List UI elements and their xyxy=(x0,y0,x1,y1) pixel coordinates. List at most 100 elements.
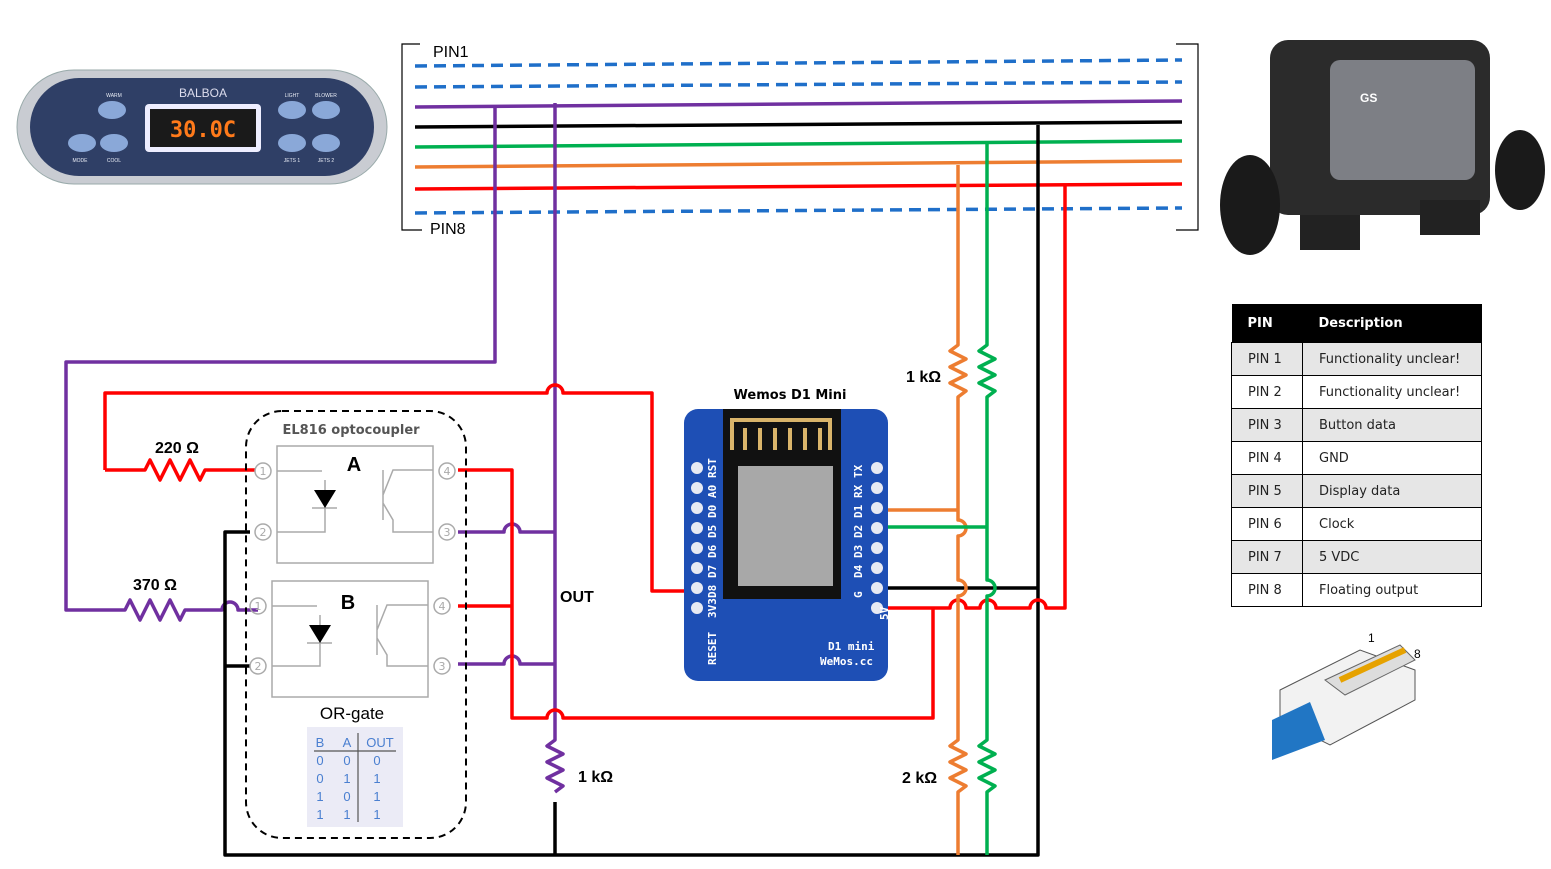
wemos-pin-label: D7 xyxy=(706,565,719,578)
wire-pin6 xyxy=(414,159,1183,169)
svg-text:0: 0 xyxy=(373,753,380,768)
wemos-pin-pad xyxy=(871,582,883,594)
wemos-pin-pad xyxy=(691,602,703,614)
wemos-pin-pad xyxy=(871,502,883,514)
wire-pin3 xyxy=(414,99,1183,109)
channel-a-label: A xyxy=(347,454,361,476)
wemos-pin-label: D2 xyxy=(852,525,865,538)
wire-pin1 xyxy=(414,58,1183,68)
keypad-button-jets1 xyxy=(278,134,306,152)
svg-text:0: 0 xyxy=(316,753,323,768)
opto-pin-label: 4 xyxy=(444,465,451,478)
svg-text:1: 1 xyxy=(373,789,380,804)
keypad-image: 30.0C BALBOA WARM COOL MODE LIGHT BLOWER… xyxy=(16,69,388,185)
keypad-display: 30.0C xyxy=(170,118,236,143)
wemos-pin-label: D8 xyxy=(706,585,719,598)
wemos-pin-pad xyxy=(691,542,703,554)
connector-pin1-label: 1 xyxy=(1368,631,1375,645)
wemos-pin-pad xyxy=(871,462,883,474)
spa-pack-image: GS xyxy=(1220,40,1545,255)
wemos-pin-label: TX xyxy=(852,464,865,478)
wire-display-data xyxy=(888,143,997,855)
wemos-pin-label: D3 xyxy=(852,545,865,558)
opto-pin-label: 1 xyxy=(255,600,262,613)
keypad-label-jets1: JETS 1 xyxy=(284,158,301,164)
pin-number: PIN 6 xyxy=(1231,507,1303,541)
pin-number: PIN 1 xyxy=(1231,342,1303,376)
wire-d8 xyxy=(103,383,695,593)
wire-opto-a-emitter xyxy=(458,522,555,534)
wemos-reset-label: RESET xyxy=(706,632,719,665)
diode-icon xyxy=(309,625,331,643)
wire-clock xyxy=(888,165,968,855)
wemos-pin-pad xyxy=(871,562,883,574)
wemos-pin-pad xyxy=(871,542,883,554)
wemos-pin-pad xyxy=(691,502,703,514)
wemos-pin-label: RST xyxy=(706,458,719,478)
wemos-pin-label: 3V3 xyxy=(706,598,719,618)
opto-pin-label: 2 xyxy=(260,526,267,539)
optocoupler-title: EL816 optocoupler xyxy=(282,423,420,438)
wire-pin2 xyxy=(414,80,1183,89)
rj45-connector-image: 1 8 xyxy=(1272,631,1421,760)
spa-pack-brand: GS xyxy=(1360,91,1377,105)
svg-text:1: 1 xyxy=(343,807,350,822)
svg-text:1: 1 xyxy=(373,807,380,822)
pin-description: 5 VDC xyxy=(1302,540,1482,574)
keypad-label-mode: MODE xyxy=(73,158,89,164)
table-row: PIN 2 Functionality unclear! xyxy=(1231,375,1482,409)
keypad-label-warm: WARM xyxy=(106,93,122,99)
wemos-pin-label: 5V xyxy=(878,606,891,620)
opto-pin-label: 4 xyxy=(439,600,446,613)
pin-number: PIN 4 xyxy=(1231,441,1303,475)
pin-number: PIN 3 xyxy=(1231,408,1303,442)
svg-text:1: 1 xyxy=(373,771,380,786)
resistor-220-label: 220 Ω xyxy=(155,440,199,457)
svg-text:1: 1 xyxy=(316,807,323,822)
wire-pin8 xyxy=(414,206,1183,215)
keypad-button-jets2 xyxy=(312,134,340,152)
resistor-2k-label: 2 kΩ xyxy=(902,770,937,787)
table-row: PIN 1 Functionality unclear! xyxy=(1231,342,1482,376)
opto-pin-label: 1 xyxy=(260,465,267,478)
wire-opto-b-emitter xyxy=(458,654,555,666)
wemos-pin-label: D0 xyxy=(706,505,719,518)
table-row: PIN 4 GND xyxy=(1231,441,1482,475)
wemos-pin-pad xyxy=(691,462,703,474)
svg-text:0: 0 xyxy=(343,753,350,768)
svg-text:B: B xyxy=(316,735,325,750)
wemos-pin-label: D5 xyxy=(706,525,719,538)
wire-d8-resistor xyxy=(105,458,255,482)
wemos-pin-label: A0 xyxy=(706,485,719,498)
description-header: Description xyxy=(1302,304,1482,343)
wemos-pin-label: RX xyxy=(852,484,865,498)
pin-number: PIN 2 xyxy=(1231,375,1303,409)
bus-wires xyxy=(414,58,1183,215)
pin-number: PIN 8 xyxy=(1231,573,1303,607)
keypad-button-light xyxy=(278,101,306,119)
wire-pin7 xyxy=(414,182,1183,191)
pin8-label: PIN8 xyxy=(430,221,466,238)
resistor-1k-label: 1 kΩ xyxy=(906,369,941,386)
wemos-pin-label: D4 xyxy=(852,564,865,578)
pin-description: Functionality unclear! xyxy=(1302,375,1482,409)
pin-number: PIN 7 xyxy=(1231,540,1303,574)
table-row: PIN 3 Button data xyxy=(1231,408,1482,442)
wemos-pin-pad xyxy=(691,582,703,594)
svg-text:0: 0 xyxy=(316,771,323,786)
svg-text:0: 0 xyxy=(343,789,350,804)
keypad-button-blower xyxy=(312,101,340,119)
keypad-label-light: LIGHT xyxy=(285,93,300,99)
svg-text:OUT: OUT xyxy=(366,735,394,750)
wemos-logo: D1 mini xyxy=(828,640,875,653)
pin-description: Clock xyxy=(1302,507,1482,541)
pin-description: Floating output xyxy=(1302,573,1482,607)
or-gate-label: OR-gate xyxy=(320,704,384,723)
table-row: PIN 6 Clock xyxy=(1231,507,1482,541)
table-row: PIN 5 Display data xyxy=(1231,474,1482,508)
keypad-button-cool xyxy=(100,134,128,152)
wire-out xyxy=(545,103,565,794)
opto-pin-label: 3 xyxy=(444,526,451,539)
svg-text:1: 1 xyxy=(343,771,350,786)
keypad-brand: BALBOA xyxy=(179,86,227,100)
